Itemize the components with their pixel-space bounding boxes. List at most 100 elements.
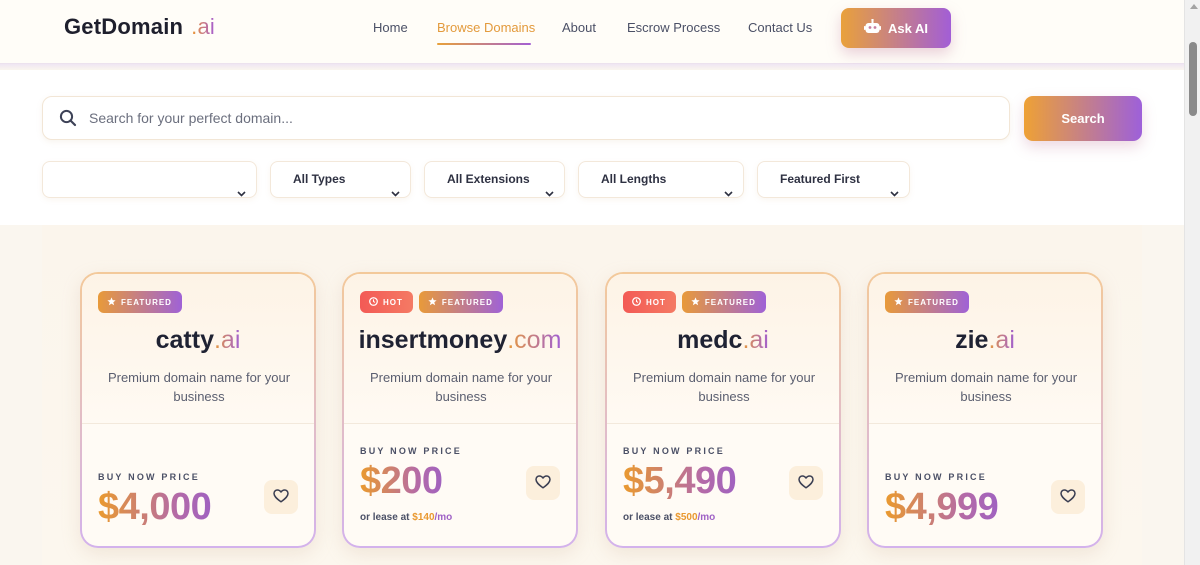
domain-card-body: FEATURED catty.ai Premium domain name fo… xyxy=(82,274,314,546)
featured-badge: FEATURED xyxy=(98,291,182,313)
featured-badge-label: FEATURED xyxy=(441,297,493,307)
featured-badge: FEATURED xyxy=(418,291,503,313)
featured-badge: FEATURED xyxy=(681,291,766,313)
domain-name-base: medc xyxy=(677,326,743,354)
active-nav-underline xyxy=(437,43,531,45)
lease-amount: $500 xyxy=(675,512,698,523)
search-input[interactable] xyxy=(89,97,989,139)
featured-badge: FEATURED xyxy=(885,291,969,313)
heart-icon xyxy=(798,474,814,492)
domain-card-body: FEATURED zie.ai Premium domain name for … xyxy=(869,274,1101,546)
lease-suffix: /mo xyxy=(434,512,453,523)
heart-icon xyxy=(1060,488,1076,506)
heart-icon xyxy=(535,474,551,492)
ask-ai-label: Ask AI xyxy=(888,20,928,36)
heart-icon xyxy=(273,488,289,506)
top-nav-bar: GetDomain .ai Home Browse Domains About E… xyxy=(0,0,1184,64)
extension-filter-value: All Extensions xyxy=(447,172,530,186)
domain-card-body: HOT FEATURED insertmoney.com Premium dom… xyxy=(344,274,576,546)
star-icon xyxy=(428,296,437,308)
domain-card[interactable]: FEATURED zie.ai Premium domain name for … xyxy=(867,272,1103,548)
hot-badge-label: HOT xyxy=(646,297,666,307)
domain-name[interactable]: zie.ai xyxy=(869,326,1101,355)
featured-badge-label: FEATURED xyxy=(121,297,172,307)
logo-ext-text: .ai xyxy=(191,14,215,39)
robot-icon xyxy=(864,18,881,37)
search-section: Search All Types All Extensions All Leng… xyxy=(0,70,1184,225)
length-filter-value: All Lengths xyxy=(601,172,667,186)
price-label: BUY NOW PRICE xyxy=(885,472,987,482)
extension-filter-select[interactable]: All Extensions xyxy=(424,161,565,198)
star-icon xyxy=(691,296,700,308)
featured-badge-label: FEATURED xyxy=(908,297,959,307)
hot-badge-label: HOT xyxy=(383,297,403,307)
nav-link-about[interactable]: About xyxy=(562,20,596,35)
lease-prefix: or lease at xyxy=(360,512,413,523)
star-icon xyxy=(894,296,903,308)
domain-name-base: catty xyxy=(155,326,214,354)
badge-group: HOT FEATURED xyxy=(623,291,766,313)
nav-link-browse-domains[interactable]: Browse Domains xyxy=(437,20,535,35)
chevron-down-icon xyxy=(391,176,400,211)
lease-price-text: or lease at $140/mo xyxy=(360,512,452,523)
price-value: $4,999 xyxy=(885,486,999,528)
lease-amount: $140 xyxy=(412,512,435,523)
domain-extension: .ai xyxy=(213,326,241,354)
price-label: BUY NOW PRICE xyxy=(98,472,200,482)
nav-link-home[interactable]: Home xyxy=(373,20,408,35)
favorite-button[interactable] xyxy=(789,466,823,500)
chevron-down-icon xyxy=(545,176,554,211)
domain-description: Premium domain name for your business xyxy=(894,370,1078,404)
lease-suffix: /mo xyxy=(697,512,716,523)
domain-extension: .ai xyxy=(988,326,1015,354)
price-label: BUY NOW PRICE xyxy=(360,446,462,456)
domain-card[interactable]: FEATURED catty.ai Premium domain name fo… xyxy=(80,272,316,548)
sort-select[interactable]: Featured First xyxy=(757,161,910,198)
favorite-button[interactable] xyxy=(526,466,560,500)
domain-card-body: HOT FEATURED medc.ai Premium domain name… xyxy=(607,274,839,546)
vertical-scrollbar[interactable] xyxy=(1184,0,1200,565)
search-icon xyxy=(59,109,77,132)
price-label: BUY NOW PRICE xyxy=(623,446,725,456)
site-logo[interactable]: GetDomain .ai xyxy=(64,14,215,40)
star-icon xyxy=(107,296,116,308)
lease-price-text: or lease at $500/mo xyxy=(623,512,715,523)
badge-group: FEATURED xyxy=(98,291,182,313)
scroll-up-arrow-icon[interactable] xyxy=(1190,4,1198,9)
domain-name-base: zie xyxy=(955,326,989,354)
lease-prefix: or lease at xyxy=(623,512,676,523)
hot-badge: HOT xyxy=(623,291,676,313)
domain-description: Premium domain name for your business xyxy=(369,370,553,404)
featured-badge-label: FEATURED xyxy=(704,297,756,307)
domain-card[interactable]: HOT FEATURED insertmoney.com Premium dom… xyxy=(342,272,578,548)
sort-value: Featured First xyxy=(780,172,861,186)
hot-badge: HOT xyxy=(360,291,413,313)
domain-extension: .ai xyxy=(742,326,769,354)
ask-ai-button[interactable]: Ask AI xyxy=(841,8,951,48)
badge-group: FEATURED xyxy=(885,291,969,313)
price-value: $4,000 xyxy=(98,486,212,528)
domain-card[interactable]: HOT FEATURED medc.ai Premium domain name… xyxy=(605,272,841,548)
badge-group: HOT FEATURED xyxy=(360,291,503,313)
domain-name[interactable]: catty.ai xyxy=(82,326,314,355)
nav-link-contact-us[interactable]: Contact Us xyxy=(748,20,812,35)
length-filter-select[interactable]: All Lengths xyxy=(578,161,744,198)
type-filter-value: All Types xyxy=(293,172,346,186)
clock-icon xyxy=(369,296,378,308)
nav-link-escrow-process[interactable]: Escrow Process xyxy=(627,20,720,35)
domain-name[interactable]: medc.ai xyxy=(607,326,839,355)
favorite-button[interactable] xyxy=(264,480,298,514)
search-button[interactable]: Search xyxy=(1024,96,1142,141)
price-value: $5,490 xyxy=(623,460,737,502)
logo-main-text: GetDomain xyxy=(64,14,184,39)
favorite-button[interactable] xyxy=(1051,480,1085,514)
scrollbar-thumb[interactable] xyxy=(1189,42,1197,116)
type-filter-select[interactable]: All Types xyxy=(270,161,411,198)
domain-description: Premium domain name for your business xyxy=(632,370,816,404)
category-filter-select[interactable] xyxy=(42,161,257,198)
price-value: $200 xyxy=(360,460,443,502)
domain-name-base: insertmoney xyxy=(358,326,508,354)
domain-name[interactable]: insertmoney.com xyxy=(344,326,576,355)
chevron-down-icon xyxy=(890,176,899,211)
chevron-down-icon xyxy=(237,176,246,211)
